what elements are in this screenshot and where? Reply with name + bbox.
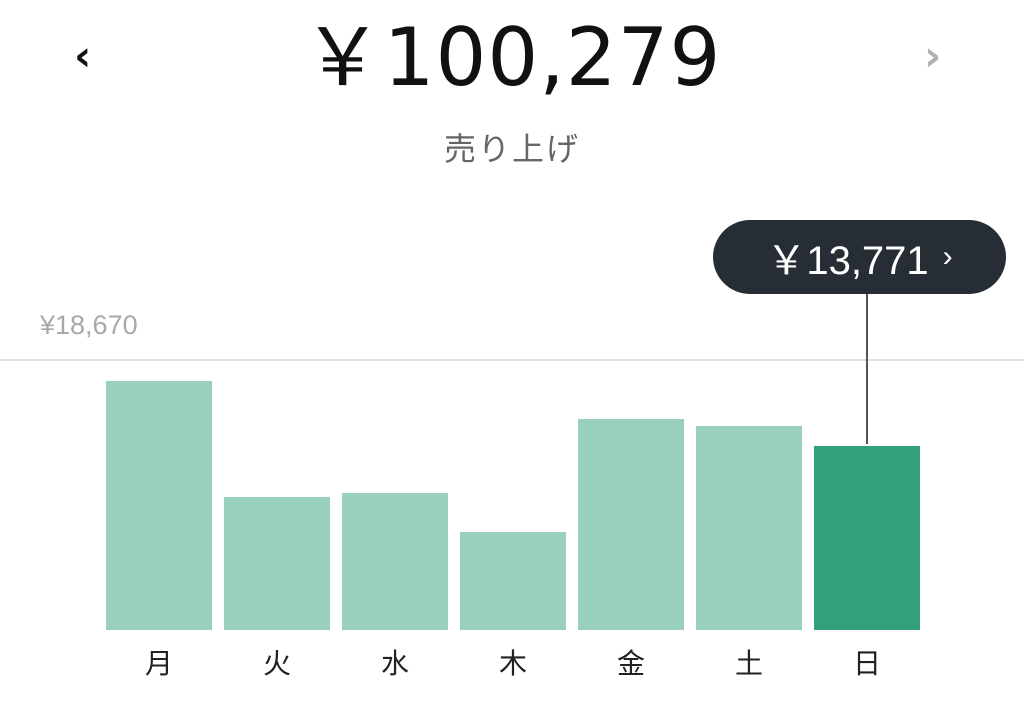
bar-2[interactable] <box>342 493 448 630</box>
chevron-right-icon: › <box>942 240 953 273</box>
day-label-3: 木 <box>498 647 527 680</box>
bar-0[interactable] <box>106 381 212 630</box>
day-label-0: 月 <box>144 647 173 680</box>
day-label-6: 日 <box>852 647 881 680</box>
day-label-4: 金 <box>616 647 645 680</box>
day-label-5: 土 <box>734 647 763 680</box>
bar-4[interactable] <box>578 419 684 630</box>
bar-3[interactable] <box>460 532 566 630</box>
bar-6[interactable] <box>814 446 920 630</box>
tooltip-pointer-line <box>866 294 868 444</box>
sales-bar-chart: 月火水木金土日 <box>0 0 1024 701</box>
bar-5[interactable] <box>696 426 802 630</box>
day-label-2: 水 <box>380 647 409 680</box>
day-label-1: 火 <box>262 647 291 680</box>
bar-1[interactable] <box>224 497 330 630</box>
selected-day-tooltip[interactable]: ￥13,771 › <box>713 220 1006 294</box>
tooltip-value: ￥13,771 <box>766 239 929 283</box>
